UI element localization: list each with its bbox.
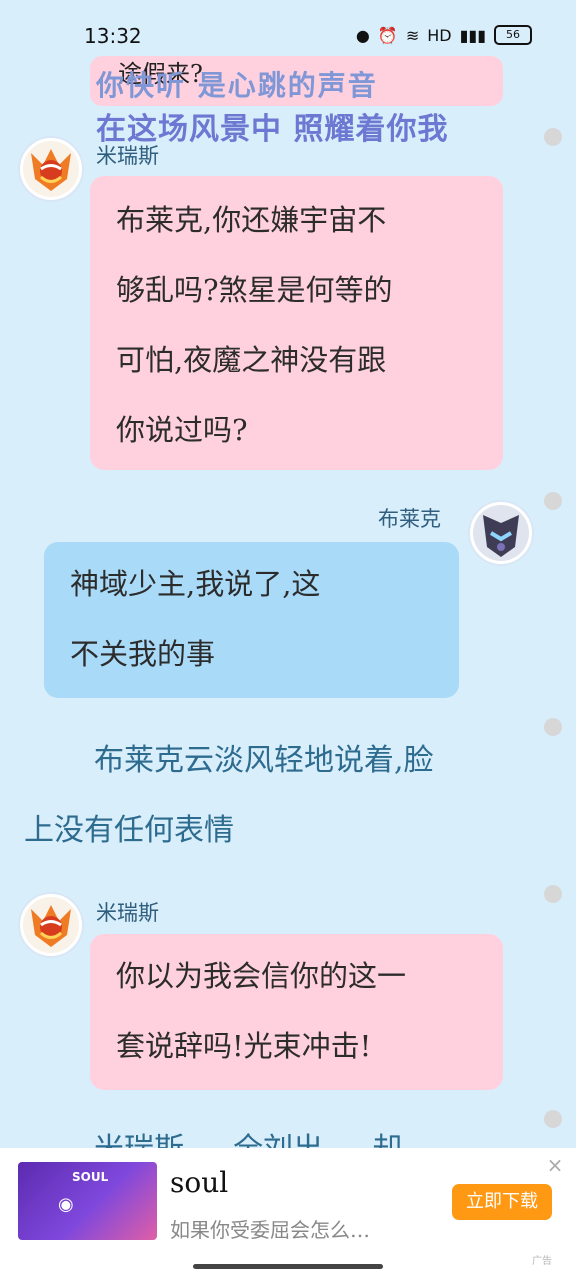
speaker-name: 米瑞斯 [96, 901, 159, 925]
battery-icon: 56 [494, 25, 532, 45]
message-line: 套说辞吗!光束冲击! [116, 1029, 372, 1063]
message-line: 布莱克,你还嫌宇宙不 [116, 203, 387, 237]
message-line: 够乱吗?煞星是何等的 [116, 273, 393, 307]
message-line: 你以为我会信你的这一 [116, 959, 407, 993]
message-bubble-3[interactable]: 你以为我会信你的这一 套说辞吗!光束冲击! [90, 934, 503, 1090]
status-time: 13:32 [84, 24, 142, 48]
ad-title[interactable]: soul [170, 1166, 228, 1199]
alarm-icon: ⏰ [377, 25, 398, 45]
speaker-name: 米瑞斯 [96, 144, 159, 168]
message-line: 神域少主,我说了,这 [70, 567, 321, 601]
hero-avatar-icon [23, 897, 79, 953]
message-dot[interactable] [544, 718, 562, 736]
narration-line: 上没有任何表情 [24, 813, 234, 848]
speaker-name: 布莱克 [378, 507, 441, 531]
avatar-mi-rui-si[interactable] [20, 894, 82, 956]
hd-icon: HD [427, 25, 452, 45]
download-button[interactable]: 立即下载 [452, 1184, 552, 1220]
narration-text: 布莱克云淡风轻地说着,脸 上没有任何表情 [24, 726, 544, 866]
close-icon[interactable]: × [546, 1155, 564, 1175]
ad-description[interactable]: 如果你受委屈会怎么… [170, 1214, 370, 1243]
message-dot[interactable] [544, 1110, 562, 1128]
ad-badge: 广告 [532, 1256, 552, 1267]
status-icons: ● ⏰ ≋ HD ▮▮▮ 56 [356, 25, 532, 45]
wifi-icon: ≋ [405, 25, 420, 45]
message-dot[interactable] [544, 128, 562, 146]
home-indicator[interactable] [193, 1264, 383, 1269]
message-dot[interactable] [544, 492, 562, 510]
message-line: 不关我的事 [70, 637, 216, 671]
water-drop-icon: ● [355, 25, 370, 45]
avatar-bu-lai-ke[interactable] [470, 502, 532, 564]
message-dot[interactable] [544, 885, 562, 903]
lyric-line-1: 你快听 是心跳的声音 [96, 69, 378, 102]
signal-icon: ▮▮▮ [459, 25, 486, 45]
message-line: 你说过吗? [116, 413, 248, 447]
ad-thumbnail[interactable]: SOUL ◉ [18, 1162, 157, 1240]
hero-avatar-icon [23, 141, 79, 197]
message-bubble-2[interactable]: 神域少主,我说了,这 不关我的事 [44, 542, 459, 698]
message-bubble-1[interactable]: 布莱克,你还嫌宇宙不 够乱吗?煞星是何等的 可怕,夜魔之神没有跟 你说过吗? [90, 176, 503, 470]
narration-line: 布莱克云淡风轻地说着,脸 [94, 743, 434, 778]
message-line: 可怕,夜魔之神没有跟 [116, 343, 387, 377]
dark-hero-avatar-icon [473, 505, 529, 561]
advertisement-banner[interactable]: SOUL ◉ soul 如果你受委屈会怎么… 立即下载 × 广告 [0, 1148, 576, 1280]
avatar-mi-rui-si[interactable] [20, 138, 82, 200]
